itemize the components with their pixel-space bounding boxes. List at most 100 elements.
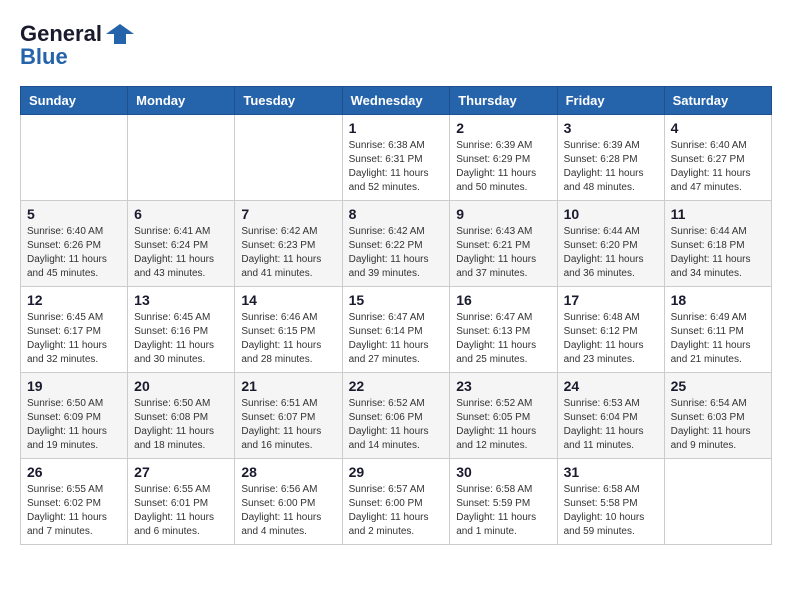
day-info: Sunrise: 6:40 AM Sunset: 6:27 PM Dayligh… (671, 139, 765, 195)
day-number: 28 (241, 464, 335, 480)
day-number: 4 (671, 120, 765, 136)
calendar-header-monday: Monday (128, 87, 235, 115)
calendar-cell: 27Sunrise: 6:55 AM Sunset: 6:01 PM Dayli… (128, 459, 235, 545)
day-number: 11 (671, 206, 765, 222)
day-number: 18 (671, 292, 765, 308)
calendar-header-wednesday: Wednesday (342, 87, 450, 115)
calendar-week-row: 5Sunrise: 6:40 AM Sunset: 6:26 PM Daylig… (21, 201, 772, 287)
calendar-cell: 10 Sunrise: 6:44 AM Sunset: 6:20 PM Dayli… (557, 201, 664, 287)
logo-blue: Blue (20, 44, 68, 70)
day-number: 5 (27, 206, 121, 222)
calendar-header-row: SundayMondayTuesdayWednesdayThursdayFrid… (21, 87, 772, 115)
day-info: Sunrise: 6:39 AM Sunset: 6:29 PM Dayligh… (456, 139, 550, 195)
day-info: Sunrise: 6:45 AM Sunset: 6:17 PM Dayligh… (27, 311, 121, 367)
calendar-cell: 11 Sunrise: 6:44 AM Sunset: 6:18 PM Dayli… (664, 201, 771, 287)
day-info: Sunrise: 6:56 AM Sunset: 6:00 PM Dayligh… (241, 483, 335, 539)
calendar-cell: 16 Sunrise: 6:47 AM Sunset: 6:13 PM Dayli… (450, 287, 557, 373)
day-info: Sunrise: 6:39 AM Sunset: 6:28 PM Dayligh… (564, 139, 658, 195)
logo: General Blue (20, 20, 134, 70)
day-number: 8 (349, 206, 444, 222)
day-info: Sunrise: 6:44 AM Sunset: 6:18 PM Dayligh… (671, 225, 765, 281)
calendar-cell: 26 Sunrise: 6:55 AM Sunset: 6:02 PM Dayli… (21, 459, 128, 545)
day-info: Sunrise: 6:53 AM Sunset: 6:04 PM Dayligh… (564, 397, 658, 453)
day-info: Sunrise: 6:48 AM Sunset: 6:12 PM Dayligh… (564, 311, 658, 367)
calendar-cell: 17 Sunrise: 6:48 AM Sunset: 6:12 PM Dayli… (557, 287, 664, 373)
calendar-cell: 15Sunrise: 6:47 AM Sunset: 6:14 PM Dayli… (342, 287, 450, 373)
calendar-week-row: 26 Sunrise: 6:55 AM Sunset: 6:02 PM Dayli… (21, 459, 772, 545)
day-number: 22 (349, 378, 444, 394)
calendar-week-row: 12 Sunrise: 6:45 AM Sunset: 6:17 PM Dayli… (21, 287, 772, 373)
day-number: 30 (456, 464, 550, 480)
calendar-cell: 20Sunrise: 6:50 AM Sunset: 6:08 PM Dayli… (128, 373, 235, 459)
calendar-cell: 2Sunrise: 6:39 AM Sunset: 6:29 PM Daylig… (450, 115, 557, 201)
calendar-cell: 8 Sunrise: 6:42 AM Sunset: 6:22 PM Daylig… (342, 201, 450, 287)
day-info: Sunrise: 6:58 AM Sunset: 5:58 PM Dayligh… (564, 483, 658, 539)
logo-bird-icon (106, 20, 134, 48)
day-number: 17 (564, 292, 658, 308)
calendar-cell: 21 Sunrise: 6:51 AM Sunset: 6:07 PM Dayli… (235, 373, 342, 459)
calendar-cell: 25Sunrise: 6:54 AM Sunset: 6:03 PM Dayli… (664, 373, 771, 459)
calendar-cell: 22 Sunrise: 6:52 AM Sunset: 6:06 PM Dayli… (342, 373, 450, 459)
day-number: 12 (27, 292, 121, 308)
day-info: Sunrise: 6:43 AM Sunset: 6:21 PM Dayligh… (456, 225, 550, 281)
day-number: 7 (241, 206, 335, 222)
calendar-week-row: 1Sunrise: 6:38 AM Sunset: 6:31 PM Daylig… (21, 115, 772, 201)
day-info: Sunrise: 6:46 AM Sunset: 6:15 PM Dayligh… (241, 311, 335, 367)
calendar-cell: 31Sunrise: 6:58 AM Sunset: 5:58 PM Dayli… (557, 459, 664, 545)
day-number: 13 (134, 292, 228, 308)
calendar-cell: 14 Sunrise: 6:46 AM Sunset: 6:15 PM Dayli… (235, 287, 342, 373)
day-number: 10 (564, 206, 658, 222)
calendar-cell: 4 Sunrise: 6:40 AM Sunset: 6:27 PM Daylig… (664, 115, 771, 201)
day-info: Sunrise: 6:47 AM Sunset: 6:13 PM Dayligh… (456, 311, 550, 367)
calendar-cell: 5Sunrise: 6:40 AM Sunset: 6:26 PM Daylig… (21, 201, 128, 287)
day-info: Sunrise: 6:41 AM Sunset: 6:24 PM Dayligh… (134, 225, 228, 281)
day-number: 3 (564, 120, 658, 136)
day-info: Sunrise: 6:44 AM Sunset: 6:20 PM Dayligh… (564, 225, 658, 281)
day-info: Sunrise: 6:52 AM Sunset: 6:05 PM Dayligh… (456, 397, 550, 453)
day-number: 9 (456, 206, 550, 222)
page-header: General Blue (20, 20, 772, 70)
calendar-cell: 1Sunrise: 6:38 AM Sunset: 6:31 PM Daylig… (342, 115, 450, 201)
calendar-cell: 23 Sunrise: 6:52 AM Sunset: 6:05 PM Dayli… (450, 373, 557, 459)
calendar-cell: 30 Sunrise: 6:58 AM Sunset: 5:59 PM Dayli… (450, 459, 557, 545)
day-info: Sunrise: 6:55 AM Sunset: 6:02 PM Dayligh… (27, 483, 121, 539)
day-number: 19 (27, 378, 121, 394)
day-info: Sunrise: 6:50 AM Sunset: 6:09 PM Dayligh… (27, 397, 121, 453)
day-info: Sunrise: 6:52 AM Sunset: 6:06 PM Dayligh… (349, 397, 444, 453)
day-info: Sunrise: 6:58 AM Sunset: 5:59 PM Dayligh… (456, 483, 550, 539)
day-number: 6 (134, 206, 228, 222)
calendar-cell (664, 459, 771, 545)
day-info: Sunrise: 6:42 AM Sunset: 6:23 PM Dayligh… (241, 225, 335, 281)
day-number: 23 (456, 378, 550, 394)
calendar-cell: 9 Sunrise: 6:43 AM Sunset: 6:21 PM Daylig… (450, 201, 557, 287)
day-info: Sunrise: 6:47 AM Sunset: 6:14 PM Dayligh… (349, 311, 444, 367)
day-info: Sunrise: 6:49 AM Sunset: 6:11 PM Dayligh… (671, 311, 765, 367)
day-number: 21 (241, 378, 335, 394)
day-number: 25 (671, 378, 765, 394)
day-number: 29 (349, 464, 444, 480)
day-info: Sunrise: 6:51 AM Sunset: 6:07 PM Dayligh… (241, 397, 335, 453)
day-info: Sunrise: 6:57 AM Sunset: 6:00 PM Dayligh… (349, 483, 444, 539)
calendar-cell: 24Sunrise: 6:53 AM Sunset: 6:04 PM Dayli… (557, 373, 664, 459)
day-info: Sunrise: 6:45 AM Sunset: 6:16 PM Dayligh… (134, 311, 228, 367)
calendar-cell: 12 Sunrise: 6:45 AM Sunset: 6:17 PM Dayli… (21, 287, 128, 373)
calendar-table: SundayMondayTuesdayWednesdayThursdayFrid… (20, 86, 772, 545)
day-number: 1 (349, 120, 444, 136)
day-number: 26 (27, 464, 121, 480)
calendar-week-row: 19 Sunrise: 6:50 AM Sunset: 6:09 PM Dayli… (21, 373, 772, 459)
calendar-cell: 6 Sunrise: 6:41 AM Sunset: 6:24 PM Daylig… (128, 201, 235, 287)
calendar-cell (21, 115, 128, 201)
day-info: Sunrise: 6:42 AM Sunset: 6:22 PM Dayligh… (349, 225, 444, 281)
calendar-header-saturday: Saturday (664, 87, 771, 115)
calendar-header-tuesday: Tuesday (235, 87, 342, 115)
day-number: 14 (241, 292, 335, 308)
day-info: Sunrise: 6:50 AM Sunset: 6:08 PM Dayligh… (134, 397, 228, 453)
calendar-cell: 19 Sunrise: 6:50 AM Sunset: 6:09 PM Dayli… (21, 373, 128, 459)
day-number: 16 (456, 292, 550, 308)
calendar-cell: 7 Sunrise: 6:42 AM Sunset: 6:23 PM Daylig… (235, 201, 342, 287)
calendar-cell: 13 Sunrise: 6:45 AM Sunset: 6:16 PM Dayli… (128, 287, 235, 373)
day-info: Sunrise: 6:55 AM Sunset: 6:01 PM Dayligh… (134, 483, 228, 539)
calendar-header-sunday: Sunday (21, 87, 128, 115)
calendar-cell: 18 Sunrise: 6:49 AM Sunset: 6:11 PM Dayli… (664, 287, 771, 373)
calendar-cell: 28 Sunrise: 6:56 AM Sunset: 6:00 PM Dayli… (235, 459, 342, 545)
